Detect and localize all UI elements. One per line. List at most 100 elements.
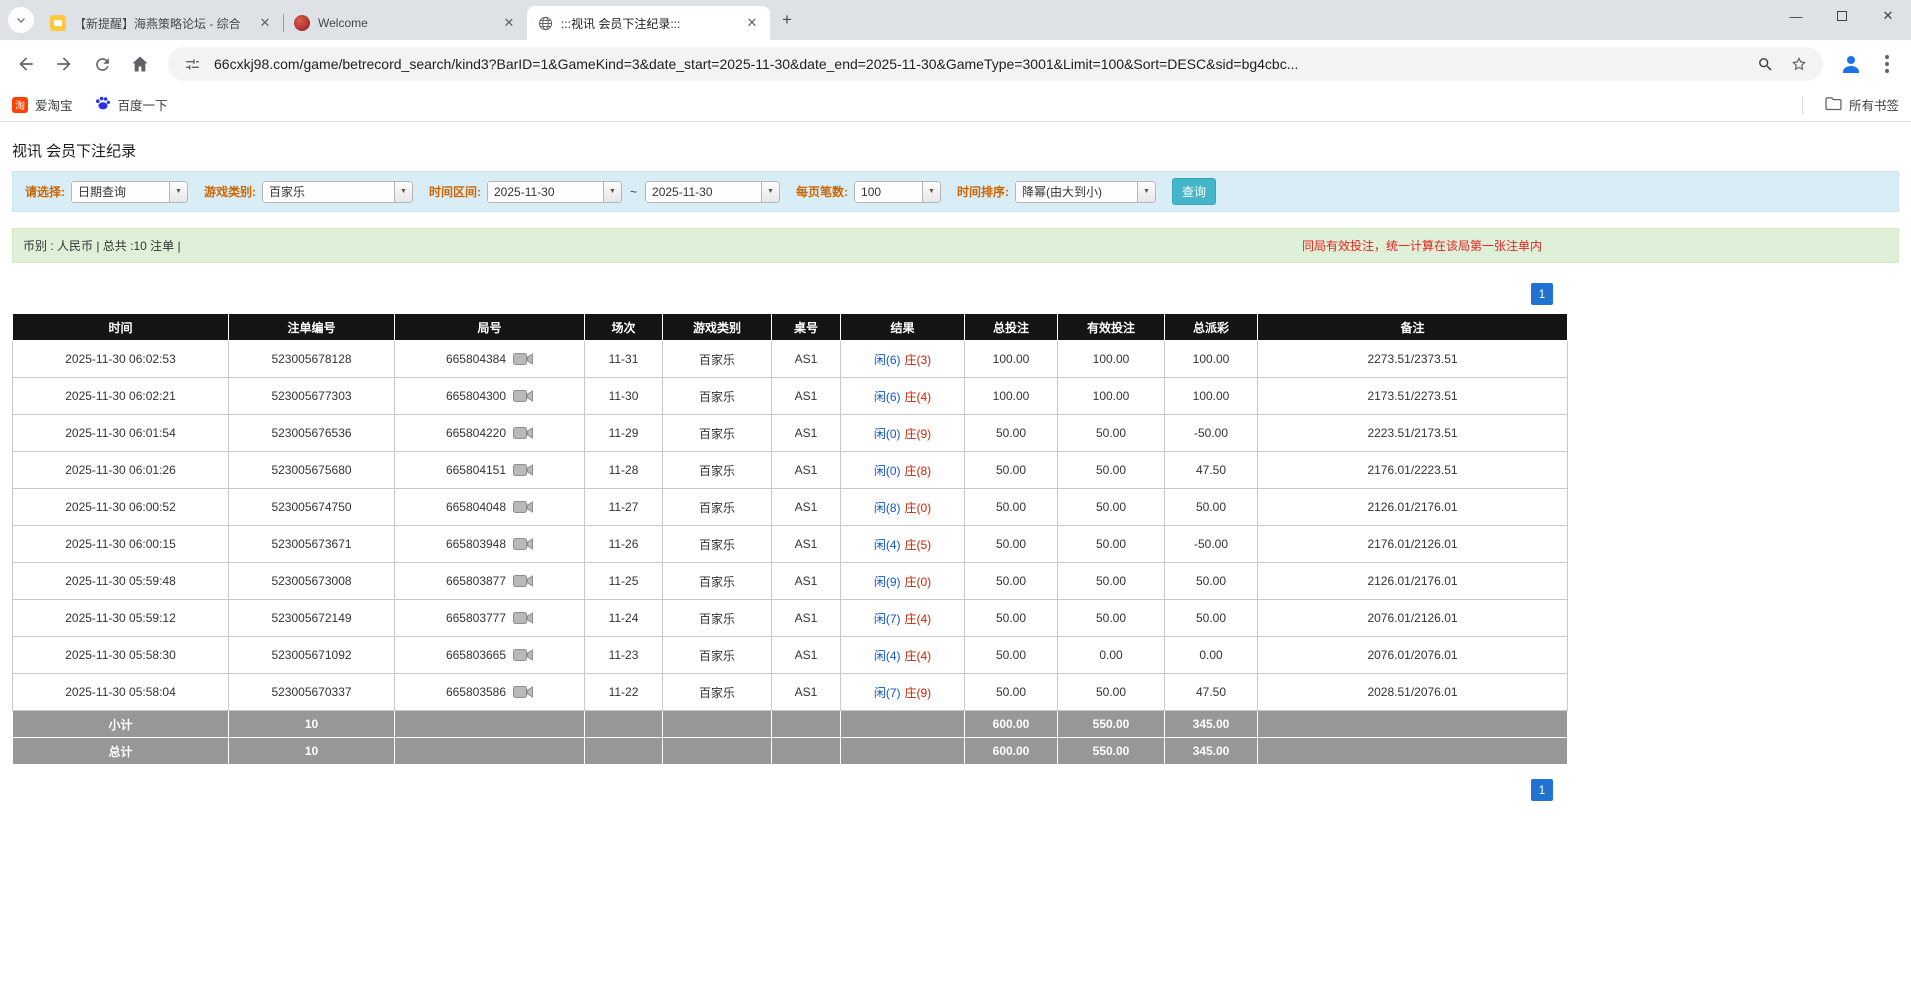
cell-round: 665803948 (395, 526, 585, 563)
page-number-button[interactable]: 1 (1531, 283, 1553, 305)
home-button[interactable] (124, 48, 156, 80)
video-replay-icon[interactable] (513, 574, 533, 588)
search-button[interactable]: 查询 (1172, 178, 1216, 205)
cell-game-type: 百家乐 (663, 600, 772, 637)
cell-total-bet[interactable]: 50.00 (965, 526, 1058, 563)
video-replay-icon[interactable] (513, 352, 533, 366)
round-number: 665803665 (446, 648, 506, 662)
video-replay-icon[interactable] (513, 685, 533, 699)
bookmark-taobao[interactable]: 淘 爱淘宝 (12, 95, 73, 114)
date-end-combobox: ▼ (645, 181, 780, 203)
cell-empty (663, 711, 772, 738)
cell-total-bet[interactable]: 50.00 (965, 563, 1058, 600)
page-number-button[interactable]: 1 (1531, 779, 1553, 801)
tab-search-button[interactable] (8, 7, 34, 33)
result-player: 闲(0) (874, 464, 901, 478)
chevron-down-icon[interactable]: ▼ (169, 181, 188, 203)
cell-total-bet[interactable]: 100.00 (965, 341, 1058, 378)
video-replay-icon[interactable] (513, 537, 533, 551)
video-replay-icon[interactable] (513, 648, 533, 662)
video-replay-icon[interactable] (513, 500, 533, 514)
table-total-row: 小计 10 600.00 550.00 345.00 (13, 711, 1568, 738)
cell-total-bet[interactable]: 50.00 (965, 452, 1058, 489)
close-tab-icon[interactable]: ✕ (501, 15, 517, 31)
back-button[interactable] (10, 48, 42, 80)
header-table-no: 桌号 (772, 314, 841, 341)
round-number: 665803586 (446, 685, 506, 699)
refresh-button[interactable] (86, 48, 118, 80)
result-banker: 庄(4) (905, 390, 932, 404)
chevron-down-icon[interactable]: ▼ (1137, 181, 1156, 203)
query-type-input[interactable] (71, 181, 169, 203)
browser-toolbar: 66cxkj98.com/game/betrecord_search/kind3… (0, 40, 1911, 88)
bookmark-baidu[interactable]: 百度一下 (95, 95, 168, 114)
tab-forum[interactable]: 【新提醒】海燕策略论坛 - 综合 ✕ (40, 6, 283, 40)
video-replay-icon[interactable] (513, 389, 533, 403)
filter-range-label: 时间区间: (429, 183, 481, 200)
close-tab-icon[interactable]: ✕ (257, 15, 273, 31)
maximize-button[interactable] (1819, 0, 1865, 32)
cell-total-bet[interactable]: 50.00 (965, 600, 1058, 637)
cell-payout: -50.00 (1165, 526, 1258, 563)
profile-avatar[interactable] (1835, 48, 1867, 80)
url-text[interactable]: 66cxkj98.com/game/betrecord_search/kind3… (214, 56, 1743, 72)
sort-order-combobox: ▼ (1015, 181, 1156, 203)
video-replay-icon[interactable] (513, 426, 533, 440)
cell-total-bet[interactable]: 50.00 (965, 674, 1058, 711)
cell-empty (395, 711, 585, 738)
tab-welcome[interactable]: Welcome ✕ (284, 6, 527, 40)
game-type-input[interactable] (262, 181, 394, 203)
tab-bet-records[interactable]: :::视讯 会员下注纪录::: ✕ (527, 6, 770, 40)
cell-remark: 2176.01/2126.01 (1258, 526, 1568, 563)
chevron-down-icon[interactable]: ▼ (761, 181, 780, 203)
date-start-input[interactable] (487, 181, 603, 203)
close-tab-icon[interactable]: ✕ (744, 15, 760, 31)
zoom-icon[interactable] (1753, 52, 1777, 76)
cell-total-bet[interactable]: 50.00 (965, 415, 1058, 452)
payout-sum: 345.00 (1165, 738, 1258, 765)
result-player: 闲(6) (874, 390, 901, 404)
cell-total-bet[interactable]: 50.00 (965, 489, 1058, 526)
chevron-down-icon[interactable]: ▼ (603, 181, 622, 203)
cell-result: 闲(7) 庄(9) (841, 674, 965, 711)
header-payout: 总派彩 (1165, 314, 1258, 341)
result-player: 闲(7) (874, 686, 901, 700)
cell-empty (841, 711, 965, 738)
header-remark: 备注 (1258, 314, 1568, 341)
per-page-input[interactable] (854, 181, 922, 203)
forward-button[interactable] (48, 48, 80, 80)
cell-round: 665803777 (395, 600, 585, 637)
cell-total-bet[interactable]: 100.00 (965, 378, 1058, 415)
all-bookmarks-button[interactable]: 所有书签 (1825, 95, 1899, 114)
table-row: 2025-11-30 06:02:53 523005678128 6658043… (13, 341, 1568, 378)
cell-round: 665804384 (395, 341, 585, 378)
minimize-button[interactable]: — (1773, 0, 1819, 32)
chevron-down-icon[interactable]: ▼ (922, 181, 941, 203)
round-number: 665803777 (446, 611, 506, 625)
cell-session: 11-31 (585, 341, 663, 378)
cell-table-no: AS1 (772, 600, 841, 637)
cell-table-no: AS1 (772, 378, 841, 415)
chevron-down-icon[interactable]: ▼ (394, 181, 413, 203)
close-window-button[interactable]: ✕ (1865, 0, 1911, 32)
cell-total-bet[interactable]: 50.00 (965, 637, 1058, 674)
video-replay-icon[interactable] (513, 611, 533, 625)
cell-result: 闲(0)庄(9) (841, 415, 965, 452)
header-round: 局号 (395, 314, 585, 341)
round-number: 665804048 (446, 500, 506, 514)
table-row: 2025-11-30 06:00:52 523005674750 6658040… (13, 489, 1568, 526)
video-replay-icon[interactable] (513, 463, 533, 477)
table-row: 2025-11-30 06:00:15 523005673671 6658039… (13, 526, 1568, 563)
cell-game-type: 百家乐 (663, 674, 772, 711)
date-end-input[interactable] (645, 181, 761, 203)
new-tab-button[interactable]: + (774, 7, 800, 33)
bookmark-star-icon[interactable] (1787, 52, 1811, 76)
browser-menu-button[interactable] (1873, 48, 1901, 80)
result-banker: 庄(9) (905, 686, 932, 700)
baidu-paw-icon (95, 95, 111, 114)
table-row: 2025-11-30 05:59:48 523005673008 6658038… (13, 563, 1568, 600)
cell-game-type: 百家乐 (663, 637, 772, 674)
sort-order-input[interactable] (1015, 181, 1137, 203)
site-controls-icon[interactable] (180, 52, 204, 76)
address-bar[interactable]: 66cxkj98.com/game/betrecord_search/kind3… (168, 47, 1823, 81)
